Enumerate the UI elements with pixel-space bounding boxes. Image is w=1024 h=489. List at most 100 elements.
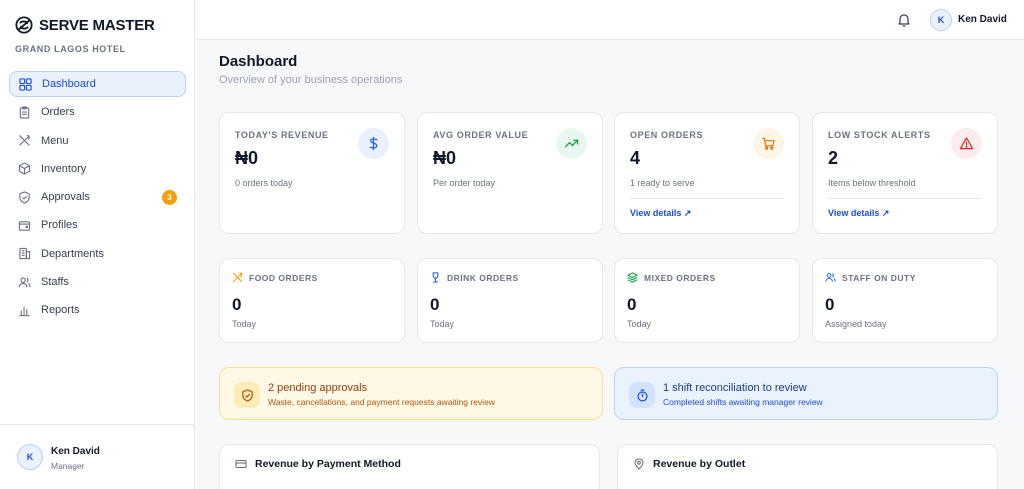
alert-description: Completed shifts awaiting manager review (663, 397, 823, 407)
page-title: Dashboard (219, 53, 298, 70)
mini-stat-label-text: FOOD ORDERS (249, 272, 318, 283)
sidebar-item-menu[interactable]: Menu (9, 128, 186, 154)
wine-icon (432, 272, 439, 283)
stat-value: 4 (630, 148, 641, 168)
stat-card-open-orders: OPEN ORDERS 4 1 ready to serve View deta… (614, 112, 800, 234)
view-details-link[interactable]: View details ↗ (630, 208, 691, 219)
stat-value: 2 (828, 148, 839, 168)
building-icon (18, 247, 31, 260)
stat-note: 1 ready to serve (630, 178, 695, 188)
brand-name: SERVE MASTER (39, 16, 155, 34)
mini-stat-value: 0 (430, 295, 440, 314)
utensils-icon (232, 272, 243, 283)
stat-label: LOW STOCK ALERTS (828, 130, 931, 140)
mini-stat-label-text: MIXED ORDERS (644, 272, 716, 283)
alert-triangle-icon (951, 128, 982, 159)
stat-card-low-stock: LOW STOCK ALERTS 2 Items below threshold… (812, 112, 998, 234)
revenue-by-outlet-panel: Revenue by Outlet (617, 444, 998, 489)
view-details-link[interactable]: View details ↗ (828, 208, 889, 219)
users-icon (825, 273, 836, 282)
stat-label: TODAY'S REVENUE (235, 130, 329, 140)
page-subtitle: Overview of your business operations (219, 74, 403, 86)
users-icon (18, 276, 31, 289)
alert-title: 2 pending approvals (268, 382, 368, 394)
mini-stat-value: 0 (627, 295, 637, 314)
avatar: K (17, 444, 43, 470)
mini-card-food-orders: FOOD ORDERS 0 Today (219, 258, 405, 343)
credit-card-icon (235, 459, 247, 469)
map-pin-icon (634, 458, 644, 470)
sidebar-user[interactable]: K Ken David Manager (0, 424, 195, 489)
brand[interactable]: SERVE MASTER (15, 16, 155, 34)
sidebar-item-inventory[interactable]: Inventory (9, 156, 186, 182)
sidebar-item-label: Orders (41, 106, 75, 119)
mini-stat-label: FOOD ORDERS (232, 272, 318, 283)
sidebar-item-staffs[interactable]: Staffs (9, 269, 186, 295)
trending-up-icon (556, 128, 587, 159)
stat-note: 0 orders today (235, 178, 293, 188)
sidebar-item-label: Profiles (41, 219, 78, 232)
stat-note: Per order today (433, 178, 496, 188)
stat-value: ₦0 (235, 148, 259, 168)
sidebar-item-label: Inventory (41, 162, 87, 175)
sidebar-item-approvals[interactable]: Approvals 3 (9, 184, 186, 210)
divider (630, 198, 784, 199)
cart-icon (753, 128, 784, 159)
wallet-icon (18, 219, 31, 232)
bell-icon[interactable] (896, 12, 912, 28)
clipboard-icon (18, 106, 31, 119)
shield-check-icon (234, 382, 260, 408)
sidebar-item-label: Menu (41, 134, 69, 147)
dollar-icon (358, 128, 389, 159)
sidebar-item-label: Reports (41, 304, 80, 317)
sidebar-item-profiles[interactable]: Profiles (9, 212, 186, 238)
mini-stat-value: 0 (232, 295, 242, 314)
bar-chart-icon (18, 304, 31, 317)
mini-stat-label: DRINK ORDERS (430, 272, 519, 283)
mini-stat-note: Assigned today (825, 319, 887, 329)
sidebar-item-label: Departments (41, 247, 104, 260)
mini-stat-note: Today (232, 319, 257, 329)
divider (828, 198, 982, 199)
avatar[interactable]: K (930, 9, 952, 31)
panel-title-text: Revenue by Payment Method (255, 458, 401, 470)
stat-card-revenue: TODAY'S REVENUE ₦0 0 orders today (219, 112, 405, 234)
brand-logo-icon (15, 16, 33, 34)
layers-icon (627, 272, 638, 283)
alert-description: Waste, cancellations, and payment reques… (268, 397, 495, 407)
sidebar-item-reports[interactable]: Reports (9, 297, 186, 323)
mini-card-staff-on-duty: STAFF ON DUTY 0 Assigned today (812, 258, 998, 343)
panel-title: Revenue by Payment Method (235, 458, 401, 470)
sidebar-item-dashboard[interactable]: Dashboard (9, 71, 186, 97)
sidebar-item-label: Staffs (41, 276, 69, 289)
mini-card-drink-orders: DRINK ORDERS 0 Today (417, 258, 603, 343)
sidebar-item-label: Approvals (41, 191, 90, 204)
brand-subtitle: GRAND LAGOS HOTEL (15, 44, 126, 54)
sidebar-item-departments[interactable]: Departments (9, 241, 186, 267)
pending-approvals-alert[interactable]: 2 pending approvals Waste, cancellations… (219, 367, 603, 420)
sidebar-user-name: Ken David (51, 446, 100, 457)
shift-reconciliation-alert[interactable]: 1 shift reconciliation to review Complet… (614, 367, 998, 420)
mini-stat-value: 0 (825, 295, 835, 314)
sidebar-item-label: Dashboard (42, 78, 96, 90)
timer-icon (629, 382, 655, 408)
topbar-user-name[interactable]: Ken David (958, 14, 1007, 25)
mini-stat-label-text: DRINK ORDERS (447, 272, 519, 283)
mini-stat-label-text: STAFF ON DUTY (842, 272, 916, 283)
approvals-count-badge: 3 (162, 190, 177, 206)
panel-title: Revenue by Outlet (633, 458, 745, 470)
mini-stat-label: MIXED ORDERS (627, 272, 716, 283)
sidebar-user-role: Manager (51, 461, 85, 471)
mini-stat-note: Today (627, 319, 652, 329)
sidebar: SERVE MASTER GRAND LAGOS HOTEL Dashboard… (0, 0, 195, 489)
sidebar-nav: Dashboard Orders Menu Inventory Approval… (9, 71, 186, 326)
revenue-by-payment-panel: Revenue by Payment Method (219, 444, 600, 489)
stat-value: ₦0 (433, 148, 457, 168)
stat-note: Items below threshold (828, 178, 916, 188)
utensils-icon (18, 134, 31, 147)
sidebar-item-orders[interactable]: Orders (9, 99, 186, 125)
stat-card-avg-order: AVG ORDER VALUE ₦0 Per order today (417, 112, 603, 234)
mini-stat-label: STAFF ON DUTY (825, 272, 916, 283)
shield-check-icon (18, 191, 31, 204)
stat-label: OPEN ORDERS (630, 130, 704, 140)
